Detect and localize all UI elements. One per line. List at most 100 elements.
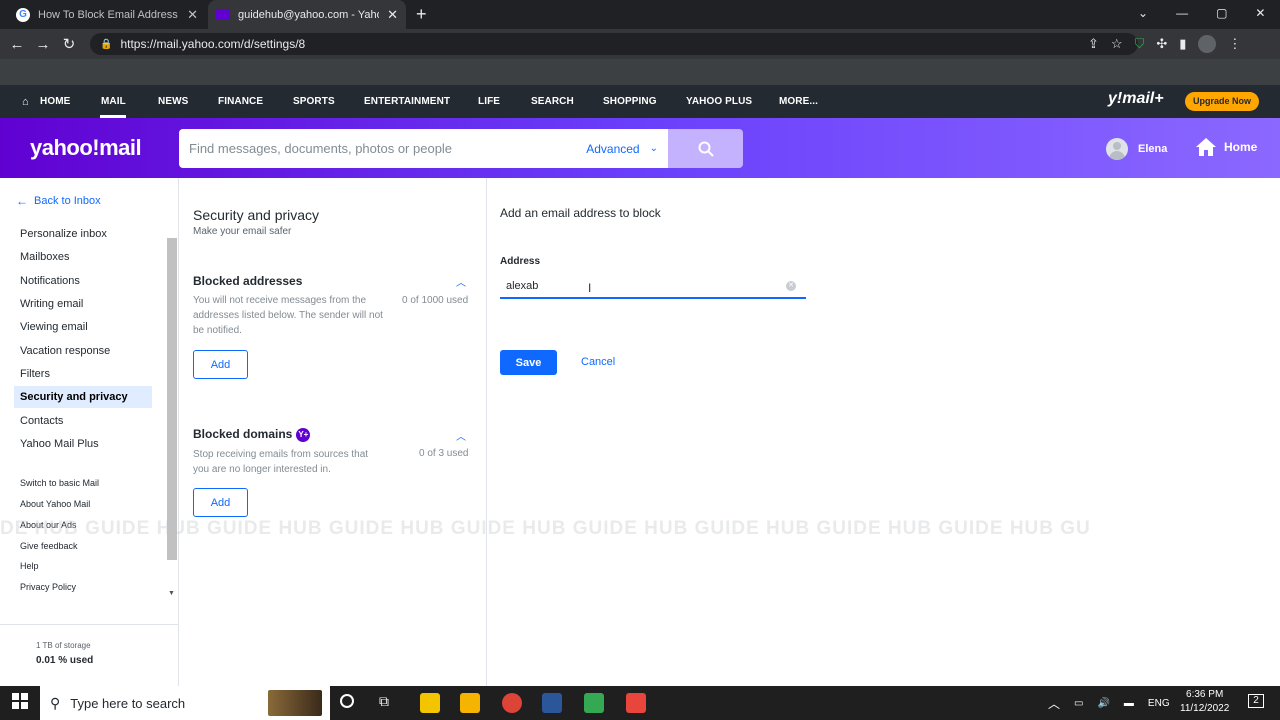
cancel-button[interactable]: Cancel <box>581 356 615 368</box>
share-icon[interactable]: ⇪ <box>1088 36 1099 52</box>
ynav-search[interactable]: SEARCH <box>531 85 574 118</box>
network-icon[interactable]: ▭ <box>1074 698 1083 709</box>
taskbar-search-placeholder: Type here to search <box>70 695 186 711</box>
ynav-more[interactable]: MORE... <box>779 85 818 118</box>
url-bar[interactable]: 🔒 https://mail.yahoo.com/d/settings/8 <box>90 33 1138 55</box>
kebab-menu-icon[interactable]: ⋮ <box>1228 36 1241 52</box>
ynav-yahoo-plus[interactable]: YAHOO PLUS <box>686 85 752 118</box>
language-indicator[interactable]: ENG <box>1148 698 1170 709</box>
home-icon <box>1196 138 1216 156</box>
scroll-down-icon[interactable]: ▼ <box>168 590 175 597</box>
blocked-addresses-desc: You will not receive messages from the a… <box>193 295 383 336</box>
file-explorer-icon[interactable] <box>460 693 480 713</box>
bookmark-star-icon[interactable]: ☆ <box>1111 36 1123 52</box>
add-blocked-address-button[interactable]: Add <box>193 350 248 379</box>
ynav-mail[interactable]: MAIL <box>101 85 126 118</box>
puzzle-icon[interactable]: ✣ <box>1156 36 1167 52</box>
chevron-up-icon[interactable]: ︿ <box>1048 695 1060 712</box>
sidebar-item-viewing-email[interactable]: Viewing email <box>14 316 152 338</box>
ynav-finance[interactable]: FINANCE <box>218 85 263 118</box>
shield-icon[interactable]: ⛉ <box>1135 36 1145 52</box>
search-input[interactable] <box>189 141 587 156</box>
reload-icon[interactable]: ↻ <box>56 35 82 53</box>
advanced-search-button[interactable]: Advanced ⌄ <box>586 142 658 156</box>
ynav-news[interactable]: NEWS <box>158 85 188 118</box>
close-icon[interactable]: ✕ <box>187 7 198 23</box>
windows-start-icon[interactable] <box>12 693 28 714</box>
back-arrow-icon[interactable]: ← <box>4 36 30 53</box>
sidebar-item-contacts[interactable]: Contacts <box>14 410 152 432</box>
about-yahoo-mail-link[interactable]: About Yahoo Mail <box>20 499 90 509</box>
profile-avatar-icon[interactable] <box>1198 35 1217 53</box>
sticky-notes-icon[interactable] <box>420 693 440 713</box>
close-icon[interactable]: ✕ <box>387 7 398 23</box>
browser-bookmark-band <box>0 59 1280 85</box>
ynav-sports[interactable]: SPORTS <box>293 85 335 118</box>
ynav-entertainment[interactable]: ENTERTAINMENT <box>364 85 450 118</box>
chevron-up-icon[interactable]: ︿ <box>456 274 466 289</box>
maximize-icon[interactable]: ▢ <box>1216 6 1227 20</box>
task-view-icon[interactable]: ⧉ <box>379 693 389 710</box>
sidebar-item-personalize-inbox[interactable]: Personalize inbox <box>14 223 152 245</box>
system-tray: ︿ ▭ 🔊 ▬ ENG <box>1048 686 1170 720</box>
ynav-life[interactable]: LIFE <box>478 85 500 118</box>
tab-title: How To Block Email Address On <box>38 8 179 21</box>
sidebar-item-filters[interactable]: Filters <box>14 363 152 385</box>
lock-icon: 🔒 <box>100 38 113 50</box>
yahoo-mail-logo[interactable]: yahoo!mail <box>30 135 142 161</box>
url-text: https://mail.yahoo.com/d/settings/8 <box>120 37 306 51</box>
ynav-shopping[interactable]: SHOPPING <box>603 85 657 118</box>
text-cursor-icon: I <box>588 281 592 295</box>
chevron-down-icon: ⌄ <box>649 143 658 154</box>
battery-icon[interactable]: ▬ <box>1124 698 1134 709</box>
new-tab-icon[interactable]: + <box>416 4 427 25</box>
add-blocked-domain-button[interactable]: Add <box>193 488 248 517</box>
forward-arrow-icon[interactable]: → <box>30 36 56 53</box>
section-title: Security and privacy <box>193 207 320 223</box>
chevron-up-icon[interactable]: ︿ <box>456 428 466 443</box>
sidebar-item-yahoo-mail-plus[interactable]: Yahoo Mail Plus <box>14 433 152 455</box>
user-profile[interactable]: Elena <box>1106 138 1167 160</box>
user-name: Elena <box>1138 143 1168 155</box>
back-to-inbox-link[interactable]: ← Back to Inbox <box>16 194 101 208</box>
sidebar-item-vacation-response[interactable]: Vacation response <box>14 340 152 362</box>
address-input[interactable] <box>500 280 786 292</box>
clear-input-icon[interactable]: ✕ <box>786 281 796 291</box>
system-clock[interactable]: 6:36 PM 11/12/2022 <box>1180 688 1229 716</box>
ynav-home[interactable]: HOME <box>40 85 70 118</box>
ymail-plus-logo[interactable]: y!mail+ <box>1108 90 1164 108</box>
notification-icon[interactable]: 2 <box>1248 694 1264 708</box>
word-icon[interactable] <box>542 693 562 713</box>
camtasia-icon[interactable] <box>584 693 604 713</box>
blocked-domains-desc: Stop receiving emails from sources that … <box>193 449 369 475</box>
sidebar-item-notifications[interactable]: Notifications <box>14 270 152 292</box>
give-feedback-link[interactable]: Give feedback <box>20 541 78 551</box>
blocked-domains-count: 0 of 3 used <box>419 448 469 459</box>
sidebar-icon[interactable]: ▮ <box>1179 36 1186 52</box>
blocked-domains-title: Blocked domains Y+ <box>193 427 311 442</box>
sidebar-scrollbar[interactable] <box>167 238 177 560</box>
browser-tab-1[interactable]: G How To Block Email Address On ✕ <box>8 0 206 29</box>
browser-tab-2[interactable]: guidehub@yahoo.com - Yahoo Mail ✕ <box>208 0 406 29</box>
cortana-icon[interactable] <box>340 694 354 708</box>
chrome-icon[interactable] <box>502 693 522 713</box>
storage-label: 1 TB of storage <box>36 641 91 650</box>
home-icon: ⌂ <box>22 96 29 108</box>
upgrade-now-button[interactable]: Upgrade Now <box>1185 92 1259 111</box>
tab-title: guidehub@yahoo.com - Yahoo Mail <box>238 8 379 21</box>
save-button[interactable]: Save <box>500 350 557 375</box>
sidebar-item-writing-email[interactable]: Writing email <box>14 293 152 315</box>
privacy-policy-link[interactable]: Privacy Policy <box>20 582 76 592</box>
minimize-icon[interactable]: — <box>1176 6 1188 20</box>
search-icon <box>698 141 714 157</box>
tab-search-icon[interactable]: ⌄ <box>1138 6 1148 20</box>
recorder-icon[interactable] <box>626 693 646 713</box>
sidebar-item-security-and-privacy[interactable]: Security and privacy <box>14 386 152 408</box>
search-button[interactable] <box>668 129 743 168</box>
sidebar-item-mailboxes[interactable]: Mailboxes <box>14 246 152 268</box>
window-close-icon[interactable]: ✕ <box>1255 6 1265 20</box>
home-link[interactable]: Home <box>1196 138 1257 156</box>
help-link[interactable]: Help <box>20 561 39 571</box>
volume-icon[interactable]: 🔊 <box>1097 698 1109 709</box>
switch-basic-mail-link[interactable]: Switch to basic Mail <box>20 478 99 488</box>
